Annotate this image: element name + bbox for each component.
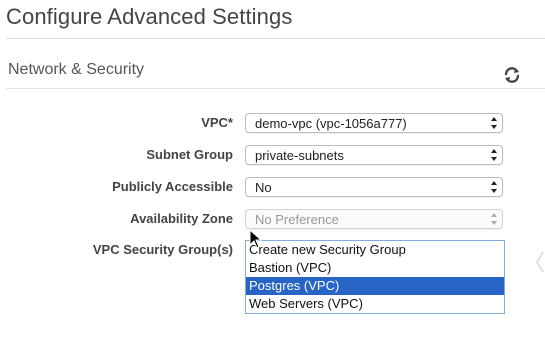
vpc-select[interactable]: demo-vpc (vpc-1056a777) [245,113,503,133]
publicly-accessible-select-value: No [255,180,272,195]
availability-zone-select: No Preference [245,209,503,229]
vpc-label: VPC* [201,115,233,130]
publicly-accessible-select[interactable]: No [245,177,503,197]
availability-zone-label: Availability Zone [130,211,233,226]
security-group-option-bastion[interactable]: Bastion (VPC) [246,259,504,277]
security-groups-label: VPC Security Group(s) [92,242,233,257]
security-group-option-postgres[interactable]: Postgres (VPC) [246,277,504,295]
vpc-row: VPC* demo-vpc (vpc-1056a777) [6,113,545,135]
title-divider [6,38,545,39]
select-arrows-icon [490,148,498,162]
availability-zone-select-value: No Preference [255,212,339,227]
subnet-group-select-value: private-subnets [255,148,344,163]
publicly-accessible-label: Publicly Accessible [112,179,233,194]
select-arrows-icon [490,180,498,194]
section-divider [6,88,545,89]
subnet-group-select[interactable]: private-subnets [245,145,503,165]
publicly-accessible-row: Publicly Accessible No [6,177,545,199]
security-groups-row: VPC Security Group(s) Create new Securit… [6,240,545,314]
refresh-icon[interactable] [501,64,523,86]
security-groups-listbox[interactable]: Create new Security Group Bastion (VPC) … [245,240,505,314]
chevron-left-icon[interactable] [535,250,545,279]
mouse-pointer-icon [249,228,263,254]
subnet-group-row: Subnet Group private-subnets [6,145,545,167]
availability-zone-row: Availability Zone No Preference [6,209,545,231]
vpc-select-value: demo-vpc (vpc-1056a777) [255,116,407,131]
subnet-group-label: Subnet Group [146,147,233,162]
network-security-section: Network & Security VPC* demo-vpc (vpc-10… [6,52,545,341]
security-group-option-create[interactable]: Create new Security Group [246,241,504,259]
section-title: Network & Security [8,61,145,78]
select-arrows-icon [490,116,498,130]
page-title: Configure Advanced Settings [6,4,293,29]
select-arrows-icon [490,212,498,226]
security-group-option-web-servers[interactable]: Web Servers (VPC) [246,295,504,313]
